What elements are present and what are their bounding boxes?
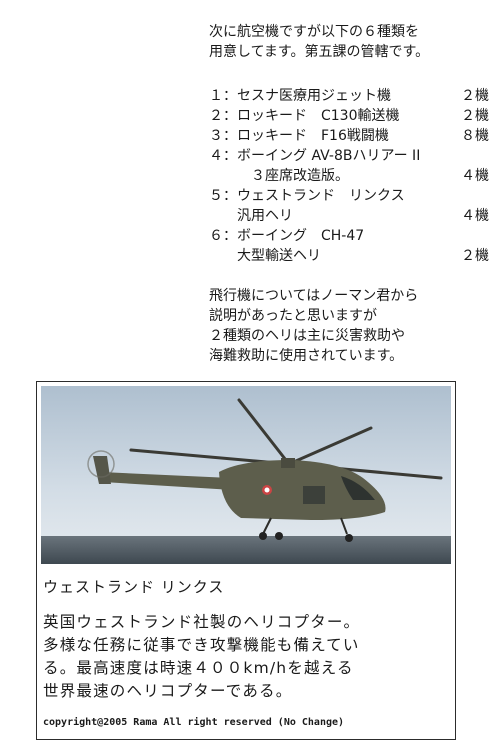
aircraft-row: 大型輸送ヘリ ２機	[209, 246, 499, 266]
aircraft-row: ４：ボーイング AV-8Bハリアー II	[209, 146, 499, 166]
aircraft-label: ３座席改造版。	[209, 168, 349, 184]
helicopter-photo	[41, 386, 451, 564]
aircraft-row: ３座席改造版。 ４機	[209, 166, 499, 186]
aircraft-row: １：セスナ医療用ジェット機 ２機	[209, 86, 499, 106]
card-body-line: 世界最速のヘリコプターである。	[43, 682, 293, 700]
note-line-2: 説明があったと思いますが	[209, 308, 377, 324]
note-line-3: ２種類のヘリは主に災害救助や	[209, 328, 405, 344]
note-text: 飛行機についてはノーマン君から 説明があったと思いますが ２種類のヘリは主に災害…	[209, 286, 418, 366]
aircraft-label: ６：ボーイング CH-47	[209, 228, 365, 244]
aircraft-list: １：セスナ医療用ジェット機 ２機 ２：ロッキード C130輸送機 ２機 ３：ロッキー…	[209, 86, 499, 266]
aircraft-row: 汎用ヘリ ４機	[209, 206, 499, 226]
intro-text: 次に航空機ですが以下の６種類を 用意してます。第五課の管轄です。	[209, 22, 499, 62]
aircraft-label: ２：ロッキード C130輸送機	[209, 108, 400, 124]
card-body-line: 多様な任務に従事でき攻撃機能も備えてい	[43, 636, 360, 654]
helicopter-card: ウェストランド リンクス 英国ウェストランド社製のヘリコプター。 多様な任務に従…	[36, 381, 456, 740]
aircraft-label: ５：ウェストランド リンクス	[209, 188, 405, 204]
note-line-4: 海難救助に使用されています。	[209, 348, 404, 364]
card-body-line: 英国ウェストランド社製のヘリコプター。	[43, 613, 361, 631]
card-title: ウェストランド リンクス	[43, 578, 225, 596]
aircraft-count: ４機	[461, 208, 489, 224]
note-line-1: 飛行機についてはノーマン君から	[209, 288, 419, 304]
aircraft-row: ３：ロッキード F16戦闘機 ８機	[209, 126, 499, 146]
card-body-line: る。最高速度は時速４００km/hを越える	[43, 659, 354, 677]
aircraft-count: ２機	[461, 248, 489, 264]
intro-line-2: 用意してます。第五課の管轄です。	[209, 44, 430, 60]
aircraft-label: １：セスナ医療用ジェット機	[209, 88, 391, 104]
aircraft-label: ３：ロッキード F16戦闘機	[209, 128, 389, 144]
aircraft-count: ２機	[461, 108, 489, 124]
aircraft-label: 大型輸送ヘリ	[209, 248, 321, 264]
card-body: 英国ウェストランド社製のヘリコプター。 多様な任務に従事でき攻撃機能も備えてい …	[43, 611, 453, 703]
aircraft-count: ２機	[461, 88, 489, 104]
aircraft-row: ５：ウェストランド リンクス	[209, 186, 499, 206]
copyright-notice: copyright@2005 Rama All right reserved (…	[43, 717, 345, 728]
aircraft-label: ４：ボーイング AV-8Bハリアー II	[209, 148, 421, 164]
aircraft-row: ２：ロッキード C130輸送機 ２機	[209, 106, 499, 126]
aircraft-label: 汎用ヘリ	[209, 208, 293, 224]
aircraft-count: ８機	[461, 128, 489, 144]
intro-line-1: 次に航空機ですが以下の６種類を	[209, 24, 419, 40]
aircraft-row: ６：ボーイング CH-47	[209, 226, 499, 246]
aircraft-count: ４機	[461, 168, 489, 184]
